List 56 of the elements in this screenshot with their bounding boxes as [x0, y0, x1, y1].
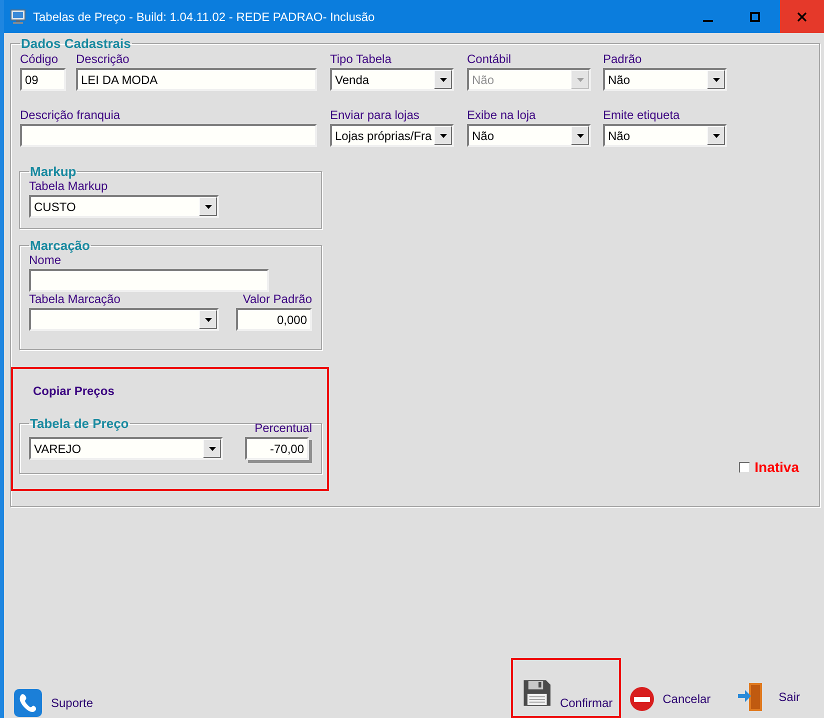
checkbox[interactable]: [738, 462, 750, 472]
dropdown-arrow-icon: [204, 318, 212, 322]
no-entry-icon: [628, 686, 655, 712]
section-label: Copiar Preços: [33, 384, 114, 398]
field-label: Emite etiqueta: [603, 108, 681, 122]
cancel-button[interactable]: Cancelar: [624, 682, 715, 716]
maximize-icon: [750, 12, 760, 22]
field-label: Descrição: [76, 52, 130, 66]
group-title: Tabela de Preço: [29, 416, 130, 431]
dropdown[interactable]: Não: [603, 68, 727, 91]
field-label: Descrição franquia: [20, 108, 122, 122]
dropdown-arrow-icon: [712, 78, 720, 82]
dropdown[interactable]: CUSTO: [29, 195, 219, 218]
dropdown-arrow-icon: [204, 204, 212, 208]
window-title: Tabelas de Preço - Build: 1.04.11.02 - REDE PADRAO- Inclusão: [33, 10, 376, 24]
minimize-icon: [703, 20, 713, 22]
dropdown-arrow-icon: [440, 78, 446, 82]
close-button[interactable]: [780, 0, 824, 33]
monitor-icon: [10, 8, 26, 24]
support-button[interactable]: Suporte: [10, 688, 96, 718]
dropdown[interactable]: Não: [603, 124, 727, 147]
field-label: Nome: [29, 253, 62, 267]
field-label: Enviar para lojas: [330, 108, 420, 122]
input-field[interactable]: [29, 269, 269, 292]
dropdown-arrow-icon: [440, 134, 446, 138]
group-title: Dados Cadastrais: [20, 36, 132, 51]
close-icon: [797, 12, 807, 22]
input-field[interactable]: [20, 124, 317, 147]
checkbox-label: Inativa: [754, 459, 799, 475]
dropdown[interactable]: [29, 308, 219, 331]
dropdown-arrow-icon: [712, 134, 720, 138]
group-title: Markup: [29, 164, 78, 179]
input-field[interactable]: LEI DA MODA: [76, 68, 317, 91]
exit-button[interactable]: Sair: [728, 678, 808, 716]
field-label: Padrão: [603, 52, 643, 66]
dropdown[interactable]: Lojas próprias/Fra: [330, 124, 454, 147]
field-label: Contábil: [467, 52, 512, 66]
field-label: Percentual: [254, 421, 312, 435]
dropdown[interactable]: Não: [467, 124, 591, 147]
field-label: Código: [20, 52, 60, 66]
field-label: Exibe na loja: [467, 108, 537, 122]
dropdown-arrow-icon: [208, 446, 216, 450]
number-field[interactable]: -70,00: [245, 437, 309, 460]
dropdown-arrow-icon: [576, 134, 584, 138]
field-label: Tipo Tabela: [330, 52, 392, 66]
number-field[interactable]: 0,000: [236, 308, 312, 331]
field-label: Tabela Marcação: [29, 292, 122, 306]
field-label: Valor Padrão: [242, 292, 312, 306]
dropdown-arrow-icon: [576, 78, 584, 82]
dropdown[interactable]: VAREJO: [29, 437, 223, 460]
input-field[interactable]: 09: [20, 68, 66, 91]
dropdown[interactable]: Venda: [330, 68, 454, 91]
confirm-button[interactable]: Confirmar: [510, 658, 621, 718]
door-arrow-icon: [736, 682, 765, 712]
field-label: Tabela Markup: [29, 179, 109, 193]
group-title: Marcação: [29, 238, 91, 253]
